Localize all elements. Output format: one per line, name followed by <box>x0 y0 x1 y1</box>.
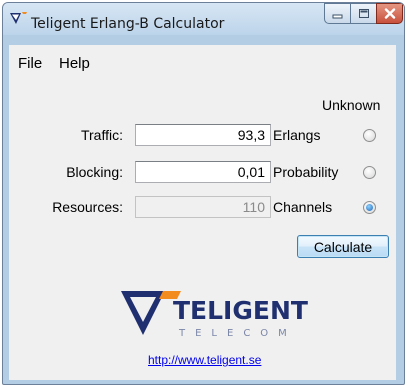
blocking-unknown-radio[interactable] <box>363 166 376 179</box>
unknown-header: Unknown <box>322 97 381 113</box>
maximize-icon <box>358 9 369 18</box>
logo-wordmark: TELIGENT <box>173 296 308 325</box>
traffic-unknown-radio[interactable] <box>363 129 376 142</box>
close-icon <box>384 8 395 19</box>
app-window: Teligent Erlang-B Calculator File Help U… <box>2 2 405 385</box>
teligent-app-icon <box>10 12 27 24</box>
menu-file[interactable]: File <box>18 55 42 72</box>
traffic-unit: Erlangs <box>273 127 321 143</box>
traffic-input[interactable]: 93,3 <box>135 124 271 146</box>
logo-subtext: TELECOM <box>178 328 297 339</box>
resources-output: 110 <box>135 196 271 218</box>
blocking-label: Blocking: <box>66 164 123 180</box>
window-title: Teligent Erlang-B Calculator <box>31 16 225 32</box>
menu-bar: File Help <box>9 45 396 77</box>
maximize-button[interactable] <box>350 3 377 24</box>
calculator-panel: Unknown Traffic: 93,3 Erlangs Blocking: … <box>9 77 396 380</box>
resources-label: Resources: <box>52 199 123 215</box>
menu-help[interactable]: Help <box>59 55 90 72</box>
minimize-button[interactable] <box>324 3 351 24</box>
blocking-input[interactable]: 0,01 <box>135 161 271 183</box>
minimize-icon <box>332 14 342 18</box>
calculate-button[interactable]: Calculate <box>297 235 389 258</box>
title-bar[interactable]: Teligent Erlang-B Calculator <box>3 3 404 35</box>
resources-unknown-radio[interactable] <box>363 201 376 214</box>
traffic-label: Traffic: <box>80 127 123 143</box>
blocking-unit: Probability <box>273 164 339 180</box>
teligent-website-link[interactable]: http://www.teligent.se <box>148 353 261 367</box>
close-button[interactable] <box>376 3 403 24</box>
teligent-telecom-logo: TELIGENT TELECOM <box>121 291 308 339</box>
resources-unit: Channels <box>273 199 333 215</box>
